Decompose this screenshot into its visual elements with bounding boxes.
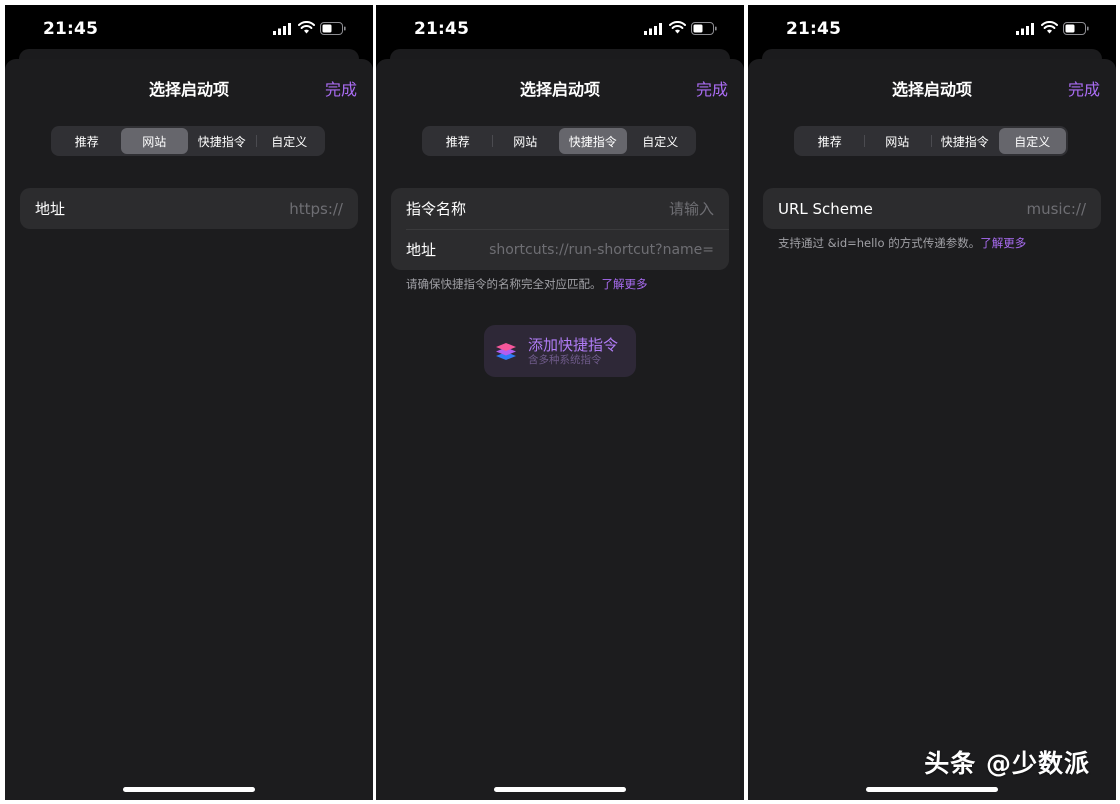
tab-shortcuts[interactable]: 快捷指令 (931, 128, 999, 154)
sheet: 选择启动项 完成 推荐 网站 快捷指令 自定义 URL Scheme music… (748, 59, 1116, 800)
url-scheme-input[interactable]: music:// (1026, 200, 1086, 218)
wifi-icon (1041, 21, 1058, 34)
help-note: 支持通过 &id=hello 的方式传递参数。了解更多 (778, 235, 1106, 251)
wifi-icon (669, 21, 686, 34)
tab-recommended[interactable]: 推荐 (53, 128, 121, 154)
add-shortcut-subtitle: 含多种系统指令 (528, 353, 602, 366)
phone-screen-shortcuts: 21:45 选择启动项 完成 推荐 网站 快捷指令 自定义 指令名称 请输入 地… (376, 5, 744, 800)
learn-more-link[interactable]: 了解更多 (980, 236, 1026, 250)
home-indicator[interactable] (494, 787, 626, 792)
status-bar: 21:45 (5, 5, 373, 51)
status-time: 21:45 (414, 19, 470, 39)
url-scheme-label: URL Scheme (778, 199, 873, 218)
tab-shortcuts[interactable]: 快捷指令 (559, 128, 627, 154)
status-bar: 21:45 (376, 5, 744, 51)
sheet: 选择启动项 完成 推荐 网站 快捷指令 自定义 指令名称 请输入 地址 shor… (376, 59, 744, 800)
home-indicator[interactable] (866, 787, 998, 792)
segmented-control: 推荐 网站 快捷指令 自定义 (51, 126, 325, 156)
tab-custom[interactable]: 自定义 (255, 128, 324, 154)
address-label: 地址 (406, 241, 437, 259)
tab-website[interactable]: 网站 (120, 128, 188, 154)
status-time: 21:45 (43, 19, 99, 39)
tab-website[interactable]: 网站 (863, 128, 932, 154)
address-value[interactable]: shortcuts://run-shortcut?name= (489, 242, 714, 258)
shortcuts-app-icon (496, 343, 516, 360)
tab-custom[interactable]: 自定义 (627, 128, 695, 154)
tab-recommended[interactable]: 推荐 (424, 128, 492, 154)
battery-icon (320, 22, 346, 35)
cellular-signal-icon (273, 23, 291, 35)
wifi-icon (298, 21, 315, 34)
add-shortcut-title: 添加快捷指令 (528, 335, 619, 354)
status-time: 21:45 (786, 19, 842, 39)
form-group: URL Scheme music:// (763, 188, 1101, 229)
url-scheme-field[interactable]: URL Scheme music:// (763, 188, 1101, 229)
done-button[interactable]: 完成 (325, 76, 357, 100)
form-group: 指令名称 请输入 地址 shortcuts://run-shortcut?nam… (391, 188, 729, 270)
learn-more-link[interactable]: 了解更多 (602, 277, 648, 291)
add-shortcut-button[interactable]: 添加快捷指令 含多种系统指令 (484, 325, 636, 377)
segmented-control: 推荐 网站 快捷指令 自定义 (794, 126, 1068, 156)
watermark: 头条 @少数派 (924, 749, 1090, 778)
battery-icon (1063, 22, 1089, 35)
address-input[interactable]: https:// (289, 200, 343, 218)
help-note-text: 请确保快捷指令的名称完全对应匹配。 (406, 277, 602, 291)
shortcut-name-input[interactable]: 请输入 (669, 198, 714, 219)
battery-icon (691, 22, 717, 35)
tab-shortcuts[interactable]: 快捷指令 (188, 128, 256, 154)
done-button[interactable]: 完成 (696, 76, 728, 100)
help-note-text: 支持通过 &id=hello 的方式传递参数。 (778, 236, 981, 250)
shortcut-name-label: 指令名称 (406, 200, 467, 218)
sheet: 选择启动项 完成 推荐 网站 快捷指令 自定义 地址 https:// (5, 59, 373, 800)
help-note: 请确保快捷指令的名称完全对应匹配。了解更多 (406, 276, 734, 292)
cellular-signal-icon (644, 23, 662, 35)
shortcut-name-field[interactable]: 指令名称 请输入 (391, 188, 729, 229)
tab-custom[interactable]: 自定义 (998, 128, 1066, 154)
form-group: 地址 https:// (20, 188, 358, 229)
screenshot-collage: 21:45 选择启动项 完成 推荐 网站 快捷指令 自定义 地址 https:/… (0, 0, 1120, 804)
tab-recommended[interactable]: 推荐 (796, 128, 864, 154)
done-button[interactable]: 完成 (1068, 76, 1100, 100)
tab-website[interactable]: 网站 (491, 128, 560, 154)
page-title: 选择启动项 (148, 80, 229, 99)
page-title: 选择启动项 (519, 80, 600, 99)
home-indicator[interactable] (123, 787, 255, 792)
segmented-control: 推荐 网站 快捷指令 自定义 (422, 126, 696, 156)
cellular-signal-icon (1016, 23, 1034, 35)
status-bar: 21:45 (748, 5, 1116, 51)
phone-screen-custom: 21:45 选择启动项 完成 推荐 网站 快捷指令 自定义 URL Scheme… (748, 5, 1116, 800)
address-field[interactable]: 地址 shortcuts://run-shortcut?name= (391, 229, 729, 270)
phone-screen-website: 21:45 选择启动项 完成 推荐 网站 快捷指令 自定义 地址 https:/… (5, 5, 373, 800)
page-title: 选择启动项 (891, 80, 972, 99)
address-field[interactable]: 地址 https:// (20, 188, 358, 229)
address-label: 地址 (35, 200, 66, 218)
